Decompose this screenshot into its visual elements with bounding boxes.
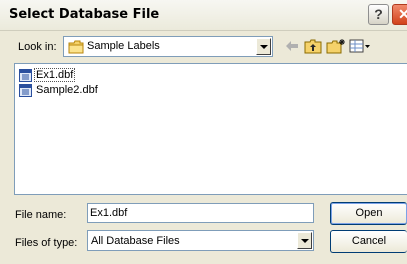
file-name-input[interactable] [87, 203, 314, 223]
look-in-label: Look in: [18, 41, 57, 53]
folder-icon [68, 40, 84, 54]
look-in-value: Sample Labels [87, 40, 160, 52]
database-file-icon [19, 84, 32, 97]
file-name-label: Sample2.dbf [36, 84, 98, 96]
view-menu-icon[interactable] [349, 38, 371, 54]
file-type-label: Files of type: [15, 237, 78, 249]
file-type-value: All Database Files [91, 235, 180, 247]
title-bar[interactable]: Select Database File ? ✕ [0, 0, 407, 31]
file-item-sample2[interactable]: Sample2.dbf [19, 83, 99, 98]
file-name-field-label: File name: [15, 209, 67, 221]
chevron-down-icon[interactable] [256, 38, 271, 55]
help-icon: ? [374, 6, 383, 22]
help-button[interactable]: ? [368, 4, 389, 25]
dialog-title: Select Database File [9, 7, 160, 22]
file-type-dropdown[interactable]: All Database Files [87, 230, 314, 251]
file-item-ex1[interactable]: Ex1.dbf [19, 68, 79, 83]
open-button[interactable]: Open [330, 202, 407, 225]
cancel-button[interactable]: Cancel [330, 230, 407, 253]
back-arrow-icon[interactable] [284, 38, 300, 54]
close-button[interactable]: ✕ [392, 4, 407, 25]
select-database-dialog: Select Database File ? ✕ Look in: Sample… [0, 0, 407, 264]
close-icon: ✕ [398, 6, 407, 22]
look-in-dropdown[interactable]: Sample Labels [63, 36, 273, 57]
database-file-icon [19, 69, 32, 82]
file-list[interactable]: Ex1.dbf Sample2.dbf [14, 63, 407, 195]
chevron-down-icon[interactable] [297, 232, 312, 249]
up-folder-icon[interactable] [304, 38, 322, 54]
new-folder-icon[interactable] [326, 38, 346, 54]
file-name-label: Ex1.dbf [33, 68, 76, 82]
